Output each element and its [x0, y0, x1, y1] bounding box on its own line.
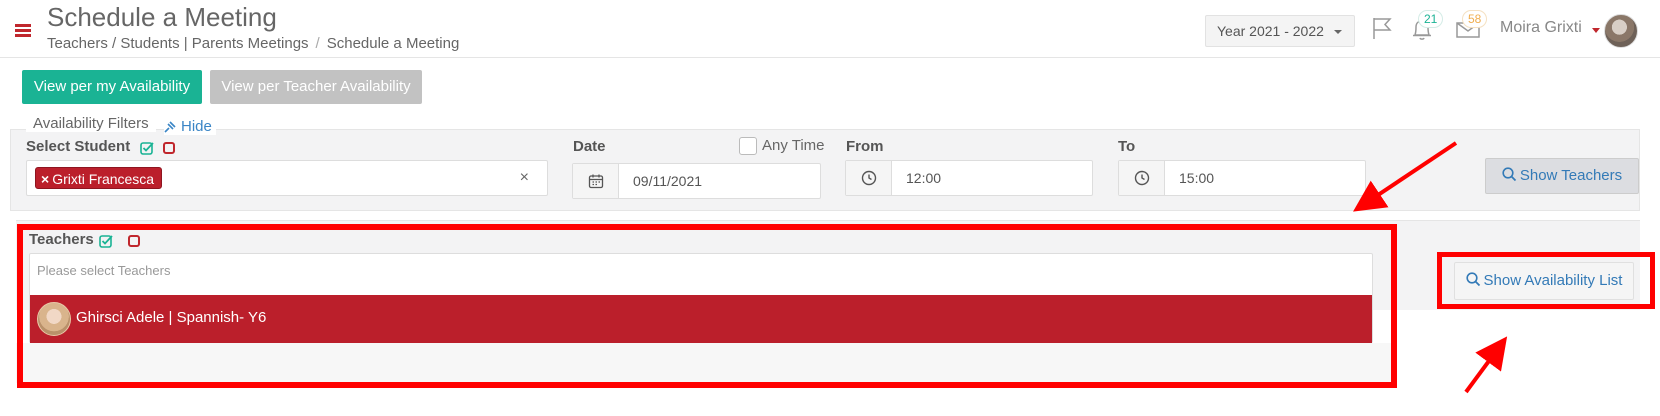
view-per-my-availability-button[interactable]: View per my Availability	[22, 70, 202, 104]
year-select-value: Year 2021 - 2022	[1217, 23, 1324, 39]
to-time-field[interactable]: 15:00	[1118, 160, 1366, 196]
breadcrumb: Teachers / Students | Parents Meetings / S…	[47, 35, 459, 52]
show-teachers-button[interactable]: Show Teachers	[1485, 158, 1639, 194]
from-label: From	[846, 138, 884, 155]
select-student-label: Select Student	[26, 138, 131, 155]
student-tag[interactable]: × Grixti Francesca	[35, 167, 163, 189]
date-value: 09/11/2021	[633, 173, 703, 189]
flag-icon[interactable]	[1370, 16, 1394, 40]
date-label: Date	[573, 138, 606, 155]
to-label: To	[1118, 138, 1136, 155]
any-time-label: Any Time	[762, 137, 825, 154]
notifications-badge: 21	[1418, 10, 1444, 28]
top-header: Schedule a Meeting Teachers / Students |…	[0, 0, 1660, 58]
date-addon[interactable]	[573, 164, 619, 198]
breadcrumb-item-current: Schedule a Meeting	[326, 35, 460, 52]
pin-icon	[164, 121, 176, 133]
any-time-checkbox[interactable]	[739, 137, 757, 155]
breadcrumb-item-meetings[interactable]: Teachers / Students | Parents Meetings	[47, 35, 309, 52]
breadcrumb-separator: /	[315, 35, 320, 52]
tag-remove-icon[interactable]: ×	[41, 171, 49, 187]
view-per-teacher-availability-button[interactable]: View per Teacher Availability	[210, 70, 422, 104]
calendar-icon	[588, 174, 604, 189]
annotation-highlight-show-availability	[1437, 252, 1655, 309]
search-icon	[1502, 167, 1516, 182]
deselect-all-students-icon[interactable]	[163, 142, 175, 154]
caret-down-icon	[1334, 30, 1342, 34]
show-teachers-label: Show Teachers	[1519, 167, 1623, 184]
student-select[interactable]: × Grixti Francesca ×	[26, 160, 548, 196]
from-time-addon[interactable]	[846, 161, 892, 195]
to-time-value: 15:00	[1179, 170, 1215, 186]
date-field[interactable]: 09/11/2021	[572, 163, 821, 199]
year-select[interactable]: Year 2021 - 2022	[1205, 15, 1355, 47]
hamburger-menu-icon[interactable]	[15, 24, 31, 37]
hide-label: Hide	[181, 118, 212, 135]
user-name[interactable]: Moira Grixti	[1500, 19, 1582, 37]
clock-icon	[1134, 170, 1150, 186]
annotation-highlight-teachers	[17, 224, 1397, 388]
page-title: Schedule a Meeting	[47, 2, 277, 32]
clock-icon	[861, 170, 877, 186]
messages-badge: 58	[1462, 10, 1488, 28]
from-time-value: 12:00	[906, 170, 942, 186]
to-time-addon[interactable]	[1119, 161, 1165, 195]
hide-filters-link[interactable]: Hide	[164, 118, 216, 135]
user-caret-down-icon[interactable]	[1592, 28, 1600, 33]
from-time-field[interactable]: 12:00	[845, 160, 1093, 196]
student-tag-label: Grixti Francesca	[52, 171, 155, 187]
clear-selection-icon[interactable]: ×	[520, 169, 529, 187]
annotation-arrow-up	[1464, 336, 1508, 394]
select-all-students-icon[interactable]	[140, 141, 154, 155]
availability-filters-legend: Availability Filters	[26, 115, 156, 132]
user-avatar[interactable]	[1604, 14, 1638, 48]
